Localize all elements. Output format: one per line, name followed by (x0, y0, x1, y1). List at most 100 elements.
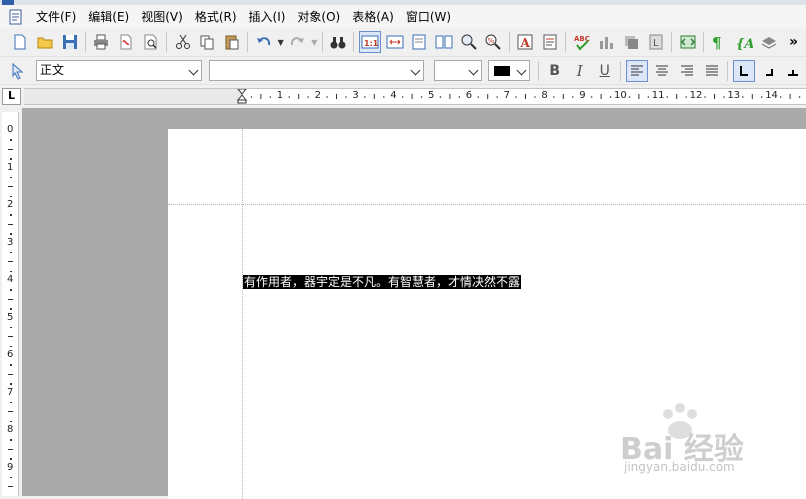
cut-icon[interactable] (172, 31, 194, 53)
toolbar-overflow-icon[interactable]: » (783, 31, 805, 53)
separator (321, 32, 323, 52)
formatting-toolbar: 正文 B I U (0, 57, 806, 85)
two-page-view-button[interactable] (433, 31, 455, 53)
align-center-button[interactable] (651, 60, 673, 82)
center-tab-stop-button[interactable] (783, 60, 805, 82)
styles-icon[interactable]: {A} (733, 31, 755, 53)
text-box-icon[interactable]: A (514, 31, 536, 53)
actual-size-view-button[interactable]: 1:1 (358, 31, 381, 53)
menu-file[interactable]: 文件(F) (30, 7, 82, 27)
ruler-tick (8, 223, 13, 225)
ruler-tick (10, 214, 12, 216)
left-tab-stop-button[interactable] (732, 59, 755, 82)
save-button[interactable] (59, 31, 81, 53)
tab-type-corner-button[interactable]: L (2, 88, 21, 105)
print-preview-button[interactable] (140, 31, 162, 53)
separator (538, 60, 540, 81)
ruler-tick (250, 96, 253, 98)
open-folder-button[interactable] (34, 31, 56, 53)
menu-table[interactable]: 表格(A) (346, 7, 400, 27)
navigator-icon[interactable] (677, 31, 699, 53)
formatting-marks-icon[interactable]: ¶ (708, 31, 730, 53)
ruler-tick (685, 96, 687, 98)
ruler-number: 4 (7, 274, 14, 285)
chevron-down-icon (188, 65, 199, 76)
export-pdf-button[interactable] (115, 31, 137, 53)
menu-edit[interactable]: 编辑(E) (82, 7, 135, 27)
whole-page-view-button[interactable] (408, 31, 430, 53)
ruler-tick (10, 345, 12, 348)
horizontal-ruler[interactable]: 1 2 3 4 5 6 7 8 9 10 11 12 13 14 (24, 88, 806, 105)
zoom-percent-icon[interactable]: % (483, 31, 505, 53)
vertical-ruler[interactable]: 0 1 2 3 4 5 6 7 8 9 (2, 112, 19, 496)
document-workspace: 有作用者，器宇定是不凡。有智慧者，才情决然不露 (22, 108, 806, 499)
menu-view[interactable]: 视图(V) (135, 7, 189, 27)
new-document-button[interactable] (9, 31, 31, 53)
italic-button[interactable]: I (569, 60, 591, 82)
document-app-icon[interactable] (8, 9, 24, 25)
frame-icon[interactable] (620, 31, 642, 53)
ruler-tick (8, 336, 13, 338)
ruler-tick (10, 458, 12, 460)
gallery-icon[interactable] (758, 31, 780, 53)
spell-check-icon[interactable]: ABC (571, 31, 593, 53)
paste-icon[interactable] (221, 31, 243, 53)
ruler-number: 11 (651, 90, 665, 101)
ruler-tick (288, 96, 291, 98)
redo-dropdown-chevron-down-icon[interactable]: ▼ (310, 31, 319, 53)
copy-icon[interactable] (197, 31, 219, 53)
paragraph-style-select[interactable]: 正文 (35, 60, 202, 81)
separator (702, 32, 704, 52)
separator (565, 32, 567, 52)
ruler-tick (10, 420, 12, 423)
menu-object[interactable]: 对象(O) (291, 7, 346, 27)
ruler-number: 1 (7, 161, 14, 173)
ruler-number: 7 (503, 90, 510, 101)
font-color-select[interactable] (488, 60, 531, 81)
ruler-tick (704, 96, 706, 98)
undo-icon[interactable] (253, 31, 275, 53)
ruler-tick (571, 96, 574, 98)
field-shading-icon[interactable]: L (645, 31, 667, 53)
chevron-down-icon (516, 65, 527, 76)
bold-button[interactable]: B (544, 60, 566, 82)
ruler-tick (666, 96, 669, 98)
svg-text:¶: ¶ (712, 34, 722, 51)
ruler-number: 2 (314, 90, 321, 101)
menu-window[interactable]: 窗口(W) (400, 7, 457, 27)
selection-arrow-icon[interactable] (7, 60, 29, 82)
ruler-tick (10, 326, 12, 329)
ruler-tick (10, 439, 12, 441)
page-width-view-button[interactable] (384, 31, 406, 53)
selected-text-line[interactable]: 有作用者，器宇定是不凡。有智慧者，才情决然不露 (243, 275, 522, 289)
top-margin-guide (168, 204, 806, 205)
insert-field-icon[interactable] (539, 31, 561, 53)
ruler-tick (742, 96, 744, 98)
menu-format[interactable]: 格式(R) (189, 7, 243, 27)
align-right-button[interactable] (676, 60, 698, 82)
svg-text:L: L (653, 38, 659, 49)
align-left-button[interactable] (625, 59, 648, 82)
print-button[interactable] (91, 31, 113, 53)
font-name-select[interactable] (208, 60, 425, 81)
underline-button[interactable]: U (594, 60, 616, 82)
zoom-magnifier-icon[interactable] (458, 31, 480, 53)
ruler-tick (10, 308, 12, 310)
ruler-tick (8, 261, 13, 263)
redo-icon[interactable] (287, 31, 309, 53)
ruler-tick (590, 96, 593, 98)
ruler-tick (10, 401, 12, 404)
right-tab-stop-button[interactable] (758, 60, 780, 82)
ruler-tick (364, 96, 366, 98)
chart-icon[interactable] (596, 31, 618, 53)
ruler-number: 9 (7, 461, 14, 473)
menu-insert[interactable]: 插入(I) (243, 7, 292, 27)
ruler-tick (628, 96, 631, 98)
ruler-tick (779, 96, 782, 98)
font-size-select[interactable] (434, 60, 483, 81)
indent-marker-icon[interactable] (236, 88, 248, 104)
justify-button[interactable] (701, 60, 723, 82)
undo-dropdown-chevron-down-icon[interactable]: ▼ (276, 31, 285, 53)
document-page[interactable]: 有作用者，器宇定是不凡。有智慧者，才情决然不露 (168, 129, 806, 499)
find-binoculars-icon[interactable] (327, 31, 349, 53)
